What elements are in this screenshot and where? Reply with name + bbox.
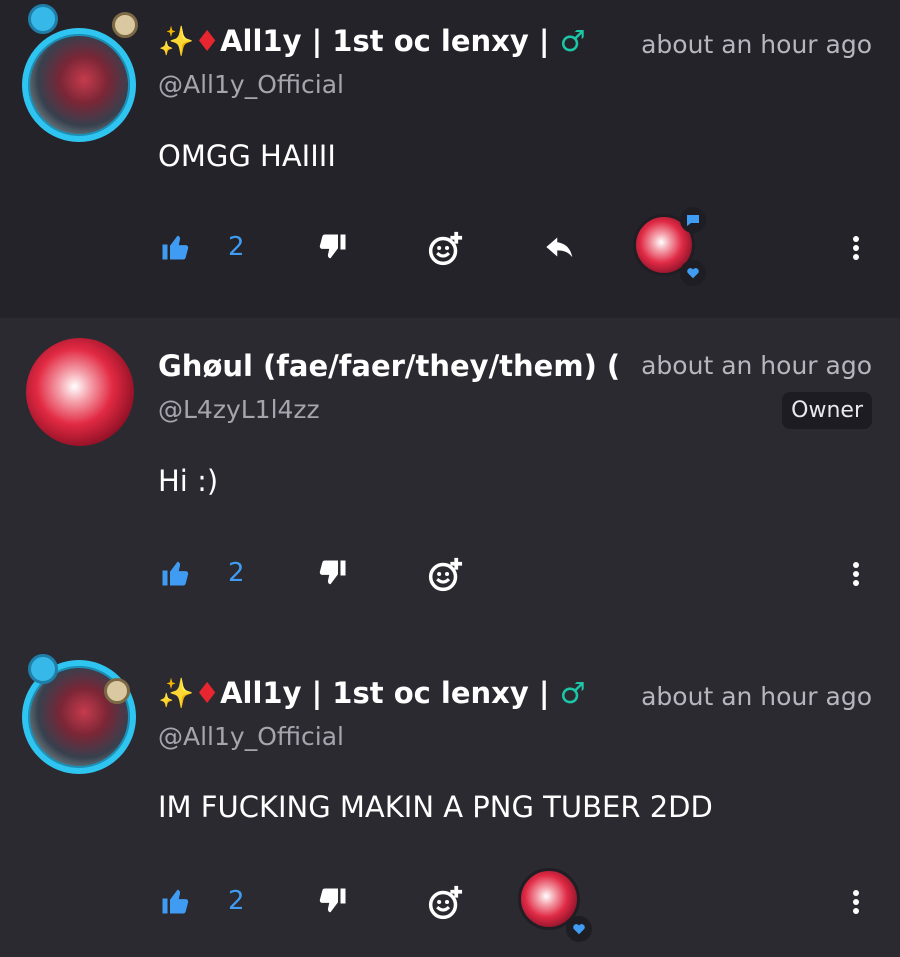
sparkle-icon: ✨ (158, 24, 195, 58)
thumbs-up-icon (162, 889, 189, 914)
avatar[interactable] (22, 28, 136, 142)
mushroom-decoration-icon (28, 4, 58, 34)
user-handle[interactable]: @All1y_Official (158, 70, 344, 99)
thumbs-down-icon (319, 560, 346, 585)
chat-badge (680, 207, 706, 233)
timestamp: about an hour ago (641, 351, 872, 380)
like-count: 2 (228, 558, 245, 588)
timestamp: about an hour ago (641, 30, 872, 59)
chat-bubble-icon (687, 215, 699, 226)
heart-badge (680, 260, 706, 286)
add-emoji-icon (428, 231, 463, 266)
add-emoji-icon (428, 557, 463, 592)
thumbs-up-icon (162, 235, 189, 260)
comment-text: IM FUCKING MAKIN A PNG TUBER 2DD (158, 790, 713, 824)
more-vertical-icon (853, 562, 859, 586)
owner-badge: Owner (782, 392, 872, 429)
like-count: 2 (228, 886, 245, 916)
diamond-icon: ♦ (194, 24, 221, 58)
timestamp: about an hour ago (641, 682, 872, 711)
username[interactable]: ✨♦All1y | 1st oc lenxy | ♂ (158, 24, 586, 59)
more-options-button[interactable] (842, 556, 870, 592)
comment-item: ✨♦All1y | 1st oc lenxy | ♂ @All1y_Offici… (0, 0, 900, 318)
mushroom-decoration-icon (28, 654, 58, 684)
like-button[interactable] (158, 230, 192, 264)
thumbs-down-icon (319, 234, 346, 259)
like-button[interactable] (158, 884, 192, 918)
skull-decoration-icon (112, 12, 138, 38)
sparkle-icon: ✨ (158, 676, 195, 710)
dislike-button[interactable] (316, 556, 350, 590)
more-options-button[interactable] (842, 884, 870, 920)
add-emoji-icon (428, 885, 463, 920)
more-vertical-icon (853, 236, 859, 260)
heart-badge (566, 916, 592, 942)
more-vertical-icon (853, 890, 859, 914)
male-symbol-icon: ♂ (559, 676, 586, 710)
user-handle[interactable]: @L4zyL1l4zz (158, 395, 320, 424)
male-symbol-icon: ♂ (559, 24, 586, 58)
reply-arrow-icon (546, 237, 573, 258)
heart-icon (573, 924, 585, 935)
comment-item: Ghøul (fae/faer/they/them) (🌈 @L4zyL1l4z… (0, 318, 900, 636)
add-reaction-button[interactable] (426, 554, 466, 594)
comment-text: OMGG HAIIII (158, 139, 336, 173)
more-options-button[interactable] (842, 230, 870, 266)
skull-decoration-icon (104, 678, 130, 704)
user-handle[interactable]: @All1y_Official (158, 722, 344, 751)
dislike-button[interactable] (316, 230, 350, 264)
thumbs-up-icon (162, 561, 189, 586)
avatar[interactable] (26, 338, 134, 446)
comment-item: ✨♦All1y | 1st oc lenxy | ♂ @All1y_Offici… (0, 636, 900, 957)
add-reaction-button[interactable] (426, 882, 466, 922)
dislike-button[interactable] (316, 884, 350, 918)
username[interactable]: ✨♦All1y | 1st oc lenxy | ♂ (158, 676, 586, 711)
diamond-icon: ♦ (194, 676, 221, 710)
username[interactable]: Ghøul (fae/faer/they/them) (🌈 (158, 349, 623, 384)
reply-button[interactable] (542, 230, 578, 264)
like-count: 2 (228, 232, 245, 262)
thumbs-down-icon (319, 888, 346, 913)
comment-text: Hi :) (158, 464, 219, 498)
add-reaction-button[interactable] (426, 228, 466, 268)
like-button[interactable] (158, 556, 192, 590)
heart-icon (687, 268, 699, 279)
